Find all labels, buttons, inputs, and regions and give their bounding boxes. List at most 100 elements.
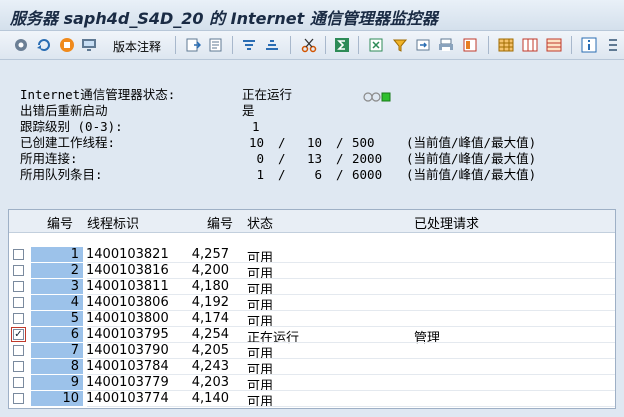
- column-header-status[interactable]: 状态: [247, 213, 273, 232]
- toolbar-separator: [232, 36, 233, 54]
- row-number: 6: [31, 327, 83, 342]
- column-header-thread-id[interactable]: 线程标识: [87, 213, 139, 232]
- toolbar-separator: [175, 36, 176, 54]
- queue-note: (当前值/峰值/最大值): [406, 167, 537, 182]
- restart-label: 出错后重新启动: [20, 103, 108, 118]
- row-checkbox[interactable]: [13, 297, 24, 308]
- row-number-value: 4,192: [191, 295, 229, 310]
- row-number: 1: [31, 247, 83, 262]
- row-checkbox[interactable]: [13, 249, 24, 260]
- value-separator: /: [278, 151, 286, 166]
- value-separator: /: [336, 167, 344, 182]
- threads-note: (当前值/峰值/最大值): [406, 135, 537, 150]
- row-number: 10: [31, 391, 83, 406]
- table-row[interactable]: 10 1400103774 4,140 可用: [9, 391, 615, 410]
- row-checkbox[interactable]: [13, 361, 24, 372]
- table-row[interactable]: 7 1400103790 4,205 可用: [9, 343, 615, 362]
- toolbar-separator: [325, 36, 326, 54]
- refresh-icon[interactable]: [35, 36, 53, 54]
- queue-current: 1: [256, 167, 264, 182]
- row-number-value: 4,243: [191, 359, 229, 374]
- table-row[interactable]: 2 1400103816 4,200 可用: [9, 263, 615, 282]
- sum-icon[interactable]: [333, 36, 351, 54]
- row-number-value: 4,180: [191, 279, 229, 294]
- value-separator: /: [336, 135, 344, 150]
- connections-max: 2000: [352, 151, 383, 166]
- sort-ascending-icon[interactable]: [240, 36, 258, 54]
- table-row[interactable]: 5 1400103800 4,174 可用: [9, 311, 615, 330]
- row-thread-id: 1400103774: [86, 391, 169, 406]
- queue-label: 所用队列条目:: [20, 167, 103, 182]
- row-number-value: 4,205: [191, 343, 229, 358]
- grid-icon[interactable]: [497, 36, 515, 54]
- queue-max: 6000: [352, 167, 383, 182]
- restart-value: 是: [242, 103, 255, 118]
- row-checkbox[interactable]: [13, 313, 24, 324]
- send-icon[interactable]: [414, 36, 432, 54]
- row-thread-id: 1400103816: [86, 263, 169, 278]
- connections-current: 0: [256, 151, 264, 166]
- row-checkbox[interactable]: [13, 377, 24, 388]
- row-number: 9: [31, 375, 83, 390]
- title-bar: 服务器 saph4d_S4D_20 的 Internet 通信管理器监控器: [0, 0, 624, 31]
- row-number: 2: [31, 263, 83, 278]
- table-row[interactable]: 3 1400103811 4,180 可用: [9, 279, 615, 298]
- monitor-icon[interactable]: [81, 36, 99, 54]
- connections-label: 所用连接:: [20, 151, 78, 166]
- value-separator: /: [278, 135, 286, 150]
- row-thread-id: 1400103779: [86, 375, 169, 390]
- row-number: 5: [31, 311, 83, 326]
- row-checkbox[interactable]: [13, 393, 24, 404]
- settings-icon[interactable]: [12, 36, 30, 54]
- column-header-processed-request[interactable]: 已处理请求: [414, 213, 479, 232]
- toolbar-separator: [488, 36, 489, 54]
- queue-peak: 6: [314, 167, 322, 182]
- row-thread-id: 1400103800: [86, 311, 169, 326]
- row-status: 可用: [247, 395, 274, 410]
- sort-descending-icon[interactable]: [263, 36, 281, 54]
- threads-max: 500: [352, 135, 375, 150]
- threads-label: 已创建工作线程:: [20, 135, 116, 150]
- status-label: Internet通信管理器状态:: [20, 87, 176, 102]
- filter-icon[interactable]: [391, 36, 409, 54]
- table-header: 编号 线程标识 编号 状态 已处理请求: [9, 210, 615, 233]
- toolbar-separator: [571, 36, 572, 54]
- table-settings-icon[interactable]: [545, 36, 563, 54]
- column-header-number[interactable]: 编号: [207, 213, 233, 232]
- row-number: 8: [31, 359, 83, 374]
- row-checkbox[interactable]: [13, 345, 24, 356]
- table-row[interactable]: ✓ 6 1400103795 4,254 正在运行 管理: [9, 327, 615, 346]
- trace-value: 1: [252, 119, 260, 134]
- trace-label: 跟踪级别 (0-3):: [20, 119, 123, 134]
- more-icon[interactable]: [604, 36, 622, 54]
- stop-icon[interactable]: [58, 36, 76, 54]
- status-light-icon: [363, 90, 393, 106]
- row-checkbox[interactable]: [13, 265, 24, 276]
- row-number: 7: [31, 343, 83, 358]
- row-number-value: 4,203: [191, 375, 229, 390]
- details-icon[interactable]: [207, 36, 225, 54]
- table-row[interactable]: 1 1400103821 4,257 可用: [9, 247, 615, 266]
- columns-icon[interactable]: [521, 36, 539, 54]
- row-thread-id: 1400103806: [86, 295, 169, 310]
- version-notes-button[interactable]: 版本注释: [113, 38, 161, 55]
- row-thread-id: 1400103784: [86, 359, 169, 374]
- table-row[interactable]: 9 1400103779 4,203 可用: [9, 375, 615, 394]
- threads-peak: 10: [306, 135, 322, 150]
- row-checkbox[interactable]: [13, 281, 24, 292]
- export-icon[interactable]: [184, 36, 202, 54]
- print-icon[interactable]: [437, 36, 455, 54]
- row-thread-id: 1400103790: [86, 343, 169, 358]
- row-checkbox[interactable]: ✓: [11, 327, 26, 342]
- connections-peak: 13: [306, 151, 322, 166]
- row-number-value: 4,257: [191, 247, 229, 262]
- spreadsheet-export-icon[interactable]: [367, 36, 385, 54]
- info-icon[interactable]: [580, 36, 598, 54]
- column-header-no[interactable]: 编号: [47, 213, 73, 232]
- layout-icon[interactable]: [461, 36, 479, 54]
- table-row[interactable]: 8 1400103784 4,243 可用: [9, 359, 615, 378]
- row-thread-id: 1400103795: [86, 327, 169, 342]
- scissors-icon[interactable]: [300, 36, 318, 54]
- table-row[interactable]: 4 1400103806 4,192 可用: [9, 295, 615, 314]
- toolbar-separator: [358, 36, 359, 54]
